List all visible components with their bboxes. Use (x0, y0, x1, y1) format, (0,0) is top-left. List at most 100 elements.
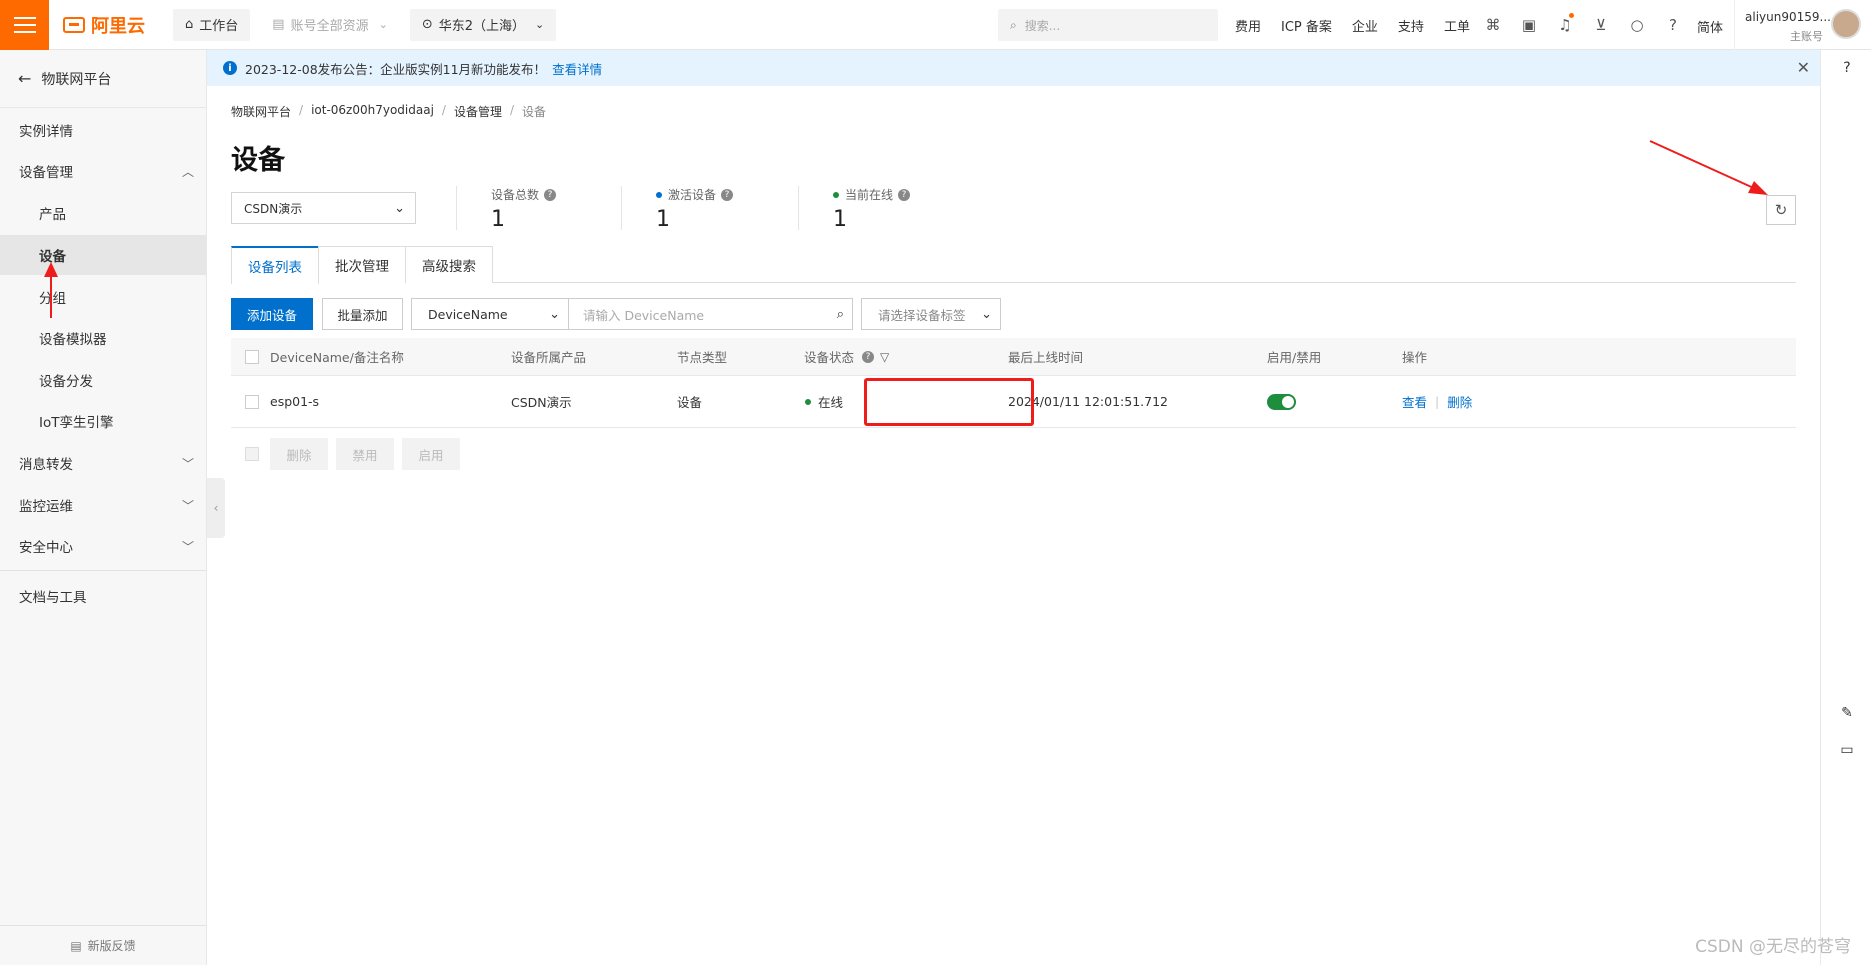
help-icon[interactable]: ? (862, 350, 875, 363)
user-role: 主账号 (1790, 30, 1823, 43)
sidebar-item-device-distribution[interactable]: 设备分发 (0, 360, 206, 400)
breadcrumb-device: 设备 (522, 105, 547, 119)
header-node-type: 节点类型 (677, 350, 728, 365)
top-link-enterprise[interactable]: 企业 (1352, 16, 1378, 35)
tab-advanced-search[interactable]: 高级搜索 (405, 246, 493, 283)
code-icon[interactable]: ⌘ (1475, 16, 1511, 34)
location-icon: ⊙ (421, 17, 433, 32)
breadcrumb: 物联网平台 / iot-06z00h7yodidaaj / 设备管理 / 设备 (231, 103, 547, 120)
back-to-iot-platform[interactable]: ← 物联网平台 (0, 50, 206, 108)
help-icon[interactable]: ? (1655, 16, 1691, 34)
device-status: 在线 (805, 376, 843, 427)
sidebar-item-device-simulator[interactable]: 设备模拟器 (0, 318, 206, 358)
bell-icon[interactable]: ♫ (1547, 13, 1583, 34)
activated-dot (656, 191, 662, 198)
device-enable-toggle[interactable] (1267, 393, 1296, 410)
stat-total-devices-value: 1 (491, 207, 505, 232)
edit-icon[interactable]: ✎ (1837, 705, 1857, 725)
search-icon[interactable]: ⌕ (837, 307, 844, 322)
tab-batch-management[interactable]: 批次管理 (318, 246, 406, 283)
sidebar-item-message-forwarding[interactable]: 消息转发 ﹀ (0, 443, 206, 483)
row-checkbox[interactable] (245, 394, 259, 409)
hamburger-menu-button[interactable] (0, 0, 49, 50)
filter-icon[interactable]: ▽ (880, 350, 889, 364)
chevron-down-icon: ⌄ (981, 306, 992, 322)
chat-icon[interactable]: ▭ (1837, 742, 1857, 762)
header-product: 设备所属产品 (511, 350, 587, 365)
new-version-feedback[interactable]: ▤ 新版反馈 (0, 925, 206, 965)
sidebar-item-product[interactable]: 产品 (0, 193, 206, 233)
top-link-support[interactable]: 支持 (1398, 16, 1424, 35)
bulk-select-checkbox[interactable] (245, 447, 259, 461)
workbench-button[interactable]: ⌂ 工作台 (173, 8, 251, 41)
view-device-link[interactable]: 查看 (1402, 392, 1427, 411)
sidebar-item-iot-twin-engine[interactable]: IoT孪生引擎 (0, 401, 206, 441)
online-status-dot (805, 398, 811, 405)
help-icon[interactable]: ? (898, 188, 911, 201)
cart-icon[interactable]: ⊻ (1583, 16, 1619, 34)
bulk-actions: 删除 禁用 启用 (231, 438, 460, 470)
device-actions: 查看 | 删除 (1402, 392, 1473, 411)
hamburger-icon (13, 23, 36, 26)
help-circle-icon[interactable]: ? (1837, 60, 1857, 80)
header-device-name: DeviceName/备注名称 (270, 350, 404, 365)
top-link-icp[interactable]: ICP 备案 (1281, 16, 1332, 35)
close-icon[interactable]: ✕ (1797, 58, 1810, 77)
help-icon[interactable]: ? (721, 188, 734, 201)
lightbulb-icon[interactable]: ○ (1619, 16, 1655, 34)
status-highlight-box (864, 378, 1034, 426)
resource-scope-select[interactable]: ▤ 账号全部资源 ⌄ (260, 9, 400, 41)
sidebar-item-group[interactable]: 分组 (0, 277, 206, 317)
language-switch[interactable]: 简体 (1697, 17, 1723, 36)
top-link-billing[interactable]: 费用 (1235, 16, 1261, 35)
global-search-input[interactable]: ⌕ 搜索... (998, 9, 1218, 41)
region-select[interactable]: ⊙ 华东2（上海） ⌄ (409, 8, 557, 41)
chevron-down-icon: ⌄ (378, 18, 388, 31)
device-search-input[interactable]: 请输入 DeviceName ⌕ (569, 298, 853, 330)
stat-total-devices: 设备总数? 1 (456, 186, 557, 232)
product-select[interactable]: CSDN演示 ⌄ (231, 192, 416, 224)
top-bar: 阿里云 ⌂ 工作台 ▤ 账号全部资源 ⌄ ⊙ 华东2（上海） ⌄ ⌕ 搜索... 费用 IC… (0, 0, 1871, 50)
announcement-link[interactable]: 查看详情 (552, 59, 602, 78)
table-header: DeviceName/备注名称 设备所属产品 节点类型 设备状态? ▽ 最后上线时… (231, 338, 1796, 376)
sidebar-item-device-management[interactable]: 设备管理 ︿ (0, 151, 206, 191)
sidebar: ← 物联网平台 实例详情 设备管理 ︿ 产品 设备 分组 设备模拟器 设备分发 Io… (0, 50, 207, 965)
sidebar-item-device[interactable]: 设备 (0, 235, 206, 275)
aliyun-logo-icon (63, 16, 85, 33)
tab-device-list[interactable]: 设备列表 (231, 246, 319, 284)
watermark: CSDN @无尽的苍穹 (1695, 937, 1851, 957)
notification-dot (1569, 13, 1574, 18)
bulk-enable-button[interactable]: 启用 (402, 438, 460, 470)
tab-bar: 设备列表 批次管理 高级搜索 (231, 246, 1796, 284)
breadcrumb-device-management[interactable]: 设备管理 (454, 103, 502, 120)
breadcrumb-instance[interactable]: iot-06z00h7yodidaaj (311, 103, 434, 120)
terminal-icon[interactable]: ▣ (1511, 16, 1547, 34)
list-icon: ▤ (272, 17, 285, 32)
user-menu[interactable]: aliyun90159... 主账号 (1734, 0, 1871, 50)
device-node-type: 设备 (677, 395, 703, 410)
aliyun-logo[interactable]: 阿里云 (63, 12, 163, 38)
top-links: 费用 ICP 备案 企业 支持 工单 (1235, 0, 1490, 50)
sidebar-item-security-center[interactable]: 安全中心 ﹀ (0, 526, 206, 566)
main-content: 物联网平台 / iot-06z00h7yodidaaj / 设备管理 / 设备 设备 … (207, 86, 1820, 965)
stat-activated-devices: 激活设备? 1 (621, 186, 734, 232)
refresh-button[interactable]: ↻ (1766, 195, 1796, 225)
bulk-delete-button[interactable]: 删除 (270, 438, 328, 470)
sidebar-item-monitoring[interactable]: 监控运维 ﹀ (0, 485, 206, 525)
bulk-disable-button[interactable]: 禁用 (336, 438, 394, 470)
sidebar-item-docs-tools[interactable]: 文档与工具 (0, 576, 206, 616)
device-tag-select[interactable]: 请选择设备标签 ⌄ (861, 298, 1001, 330)
page-title: 设备 (231, 145, 285, 176)
user-name: aliyun90159... (1745, 10, 1831, 24)
header-status: 设备状态? ▽ (804, 349, 890, 366)
chevron-down-icon: ⌄ (535, 18, 545, 31)
top-link-ticket[interactable]: 工单 (1444, 16, 1470, 35)
help-icon[interactable]: ? (544, 188, 557, 201)
batch-add-button[interactable]: 批量添加 (322, 298, 403, 330)
breadcrumb-iot-platform[interactable]: 物联网平台 (231, 103, 291, 120)
delete-device-link[interactable]: 删除 (1447, 392, 1472, 411)
sidebar-item-instance-details[interactable]: 实例详情 (0, 110, 206, 150)
add-device-button[interactable]: 添加设备 (231, 298, 313, 330)
select-all-checkbox[interactable] (245, 349, 259, 364)
search-field-select[interactable]: DeviceName ⌄ (411, 298, 569, 330)
